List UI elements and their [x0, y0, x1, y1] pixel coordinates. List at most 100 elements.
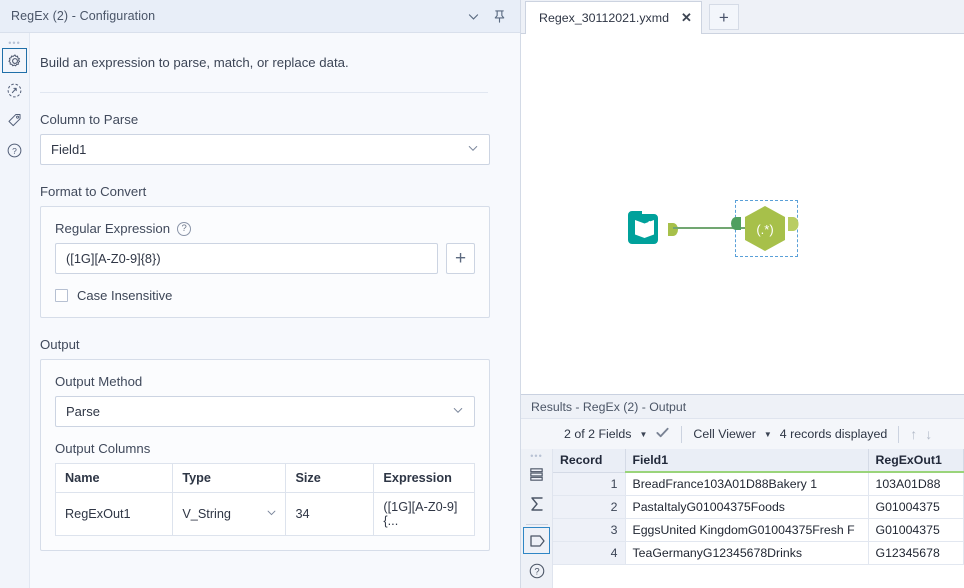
cell-field1[interactable]: TeaGermanyG12345678Drinks	[625, 541, 869, 565]
table-header-row: Record Field1 RegExOut1	[553, 449, 964, 473]
divider	[525, 523, 548, 525]
arrow-down-icon[interactable]: ↓	[925, 426, 932, 442]
cell-field1[interactable]: PastaItalyG01004375Foods	[625, 495, 869, 519]
regex-node[interactable]: (.*)	[731, 200, 799, 257]
results-grid[interactable]: Record Field1 RegExOut1 1 BreadFrance103…	[553, 449, 964, 588]
help-icon[interactable]: ?	[523, 558, 550, 584]
tab-workflow[interactable]: Regex_30112021.yxmd ✕	[525, 1, 702, 34]
tab-label: Regex_30112021.yxmd	[539, 11, 669, 25]
regular-expression-label: Regular Expression	[55, 221, 171, 236]
pin-icon[interactable]	[486, 3, 512, 29]
config-description: Build an expression to parse, match, or …	[40, 55, 349, 70]
add-expression-button[interactable]: +	[446, 243, 475, 274]
cell-size[interactable]: 34	[285, 492, 375, 536]
cell-record: 2	[553, 495, 626, 519]
column-header-size: Size	[285, 463, 375, 493]
fields-count-label[interactable]: 2 of 2 Fields	[564, 427, 632, 441]
toolbar-separator	[898, 425, 900, 443]
input-data-node[interactable]	[624, 206, 678, 250]
output-shape-icon[interactable]	[523, 527, 550, 554]
column-header-field1[interactable]: Field1	[625, 449, 869, 473]
sigma-icon[interactable]	[523, 491, 550, 517]
close-icon[interactable]: ✕	[681, 10, 692, 26]
results-toolbar: 2 of 2 Fields ▼ Cell Viewer ▼ 4 records …	[521, 419, 964, 449]
column-to-parse-value: Field1	[51, 142, 87, 157]
chevron-down-icon[interactable]: ▼	[764, 430, 772, 439]
output-method-value: Parse	[66, 404, 100, 419]
table-row[interactable]: 3 EggsUnited KingdomG01004375Fresh F G01…	[553, 518, 964, 542]
toolbar-separator	[681, 425, 683, 443]
cell-regexout1[interactable]: G12345678	[868, 541, 964, 565]
new-tab-button[interactable]: +	[708, 4, 739, 30]
cell-record: 1	[553, 472, 626, 496]
format-to-convert-label: Format to Convert	[40, 184, 147, 199]
output-label: Output	[40, 337, 80, 352]
results-table: Record Field1 RegExOut1 1 BreadFrance103…	[553, 449, 964, 565]
regex-node-label: (.*)	[756, 222, 773, 237]
gear-icon[interactable]	[2, 48, 27, 73]
svg-text:?: ?	[534, 566, 539, 577]
configuration-panel: RegEx (2) - Configuration ••• ? Build an…	[0, 0, 521, 588]
output-method-dropdown[interactable]: Parse	[55, 396, 475, 427]
chevron-down-icon	[452, 404, 464, 419]
rail-drag-dots[interactable]: •••	[8, 39, 20, 48]
column-to-parse-dropdown[interactable]: Field1	[40, 134, 490, 165]
regex-input-value: ([1G][A-Z0-9]{8})	[66, 251, 161, 266]
column-header-record[interactable]: Record	[553, 449, 626, 473]
table-row[interactable]: RegExOut1 V_String 34 ([1G][A-Z0-9]{...	[54, 492, 475, 536]
results-icon-rail: ••• ?	[521, 449, 553, 588]
cell-regexout1[interactable]: G01004375	[868, 518, 964, 542]
cell-field1[interactable]: EggsUnited KingdomG01004375Fresh F	[625, 518, 869, 542]
results-title: Results - RegEx (2) - Output	[521, 395, 964, 419]
regex-label-row: Regular Expression ?	[55, 221, 475, 236]
cell-regexout1[interactable]: 103A01D88	[868, 472, 964, 496]
workflow-canvas[interactable]: (.*)	[521, 34, 964, 394]
config-icon-rail: ••• ?	[0, 33, 30, 588]
help-icon[interactable]: ?	[177, 221, 192, 236]
check-icon[interactable]	[655, 425, 670, 443]
divider	[40, 92, 488, 93]
column-to-parse-label: Column to Parse	[40, 112, 139, 127]
tag-icon[interactable]	[2, 108, 27, 133]
chevron-down-icon[interactable]	[460, 3, 486, 29]
help-icon[interactable]: ?	[2, 138, 27, 163]
case-insensitive-label: Case Insensitive	[77, 288, 173, 303]
table-row[interactable]: 1 BreadFrance103A01D88Bakery 1 103A01D88	[553, 472, 964, 496]
configuration-body: Build an expression to parse, match, or …	[30, 33, 520, 588]
chevron-down-icon[interactable]: ▼	[640, 430, 648, 439]
cell-name[interactable]: RegExOut1	[54, 492, 174, 536]
table-row[interactable]: 4 TeaGermanyG12345678Drinks G12345678	[553, 541, 964, 565]
cell-record: 4	[553, 541, 626, 565]
column-header-expression: Expression	[373, 463, 475, 493]
configuration-title: RegEx (2) - Configuration	[11, 9, 156, 23]
cell-type[interactable]: V_String	[172, 492, 287, 536]
cell-viewer-label[interactable]: Cell Viewer	[693, 427, 755, 441]
arrow-up-icon[interactable]: ↑	[910, 426, 917, 442]
column-header-name: Name	[54, 463, 174, 493]
runtime-icon[interactable]	[2, 78, 27, 103]
table-row[interactable]: 2 PastaItalyG01004375Foods G01004375	[553, 495, 964, 519]
chevron-down-icon[interactable]	[266, 507, 277, 521]
output-group: Output Method Parse Output Columns Name …	[40, 359, 490, 551]
cell-type-value: V_String	[182, 507, 231, 521]
column-header-type: Type	[172, 463, 287, 493]
cell-field1[interactable]: BreadFrance103A01D88Bakery 1	[625, 472, 869, 496]
chevron-down-icon	[467, 142, 479, 157]
rail-drag-dots[interactable]: •••	[530, 452, 542, 461]
records-displayed-label: 4 records displayed	[779, 427, 888, 441]
alteryx-designer-window: RegEx (2) - Configuration ••• ? Build an…	[0, 0, 964, 588]
data-rows-icon[interactable]	[523, 461, 550, 487]
format-to-convert-group: Regular Expression ? ([1G][A-Z0-9]{8}) +…	[40, 206, 490, 318]
workspace-area: Regex_30112021.yxmd ✕ + (.*) Results - R…	[521, 0, 964, 588]
case-insensitive-checkbox[interactable]	[55, 289, 68, 302]
table-header-row: Name Type Size Expression	[54, 463, 475, 493]
cell-expression[interactable]: ([1G][A-Z0-9]{...	[373, 492, 475, 536]
column-header-regexout1[interactable]: RegExOut1	[868, 449, 964, 473]
case-insensitive-row[interactable]: Case Insensitive	[55, 288, 475, 303]
output-columns-label: Output Columns	[55, 441, 151, 456]
cell-regexout1[interactable]: G01004375	[868, 495, 964, 519]
regex-input[interactable]: ([1G][A-Z0-9]{8})	[55, 243, 438, 274]
cell-record: 3	[553, 518, 626, 542]
svg-text:?: ?	[12, 146, 17, 156]
regex-input-row: ([1G][A-Z0-9]{8}) +	[55, 243, 475, 274]
